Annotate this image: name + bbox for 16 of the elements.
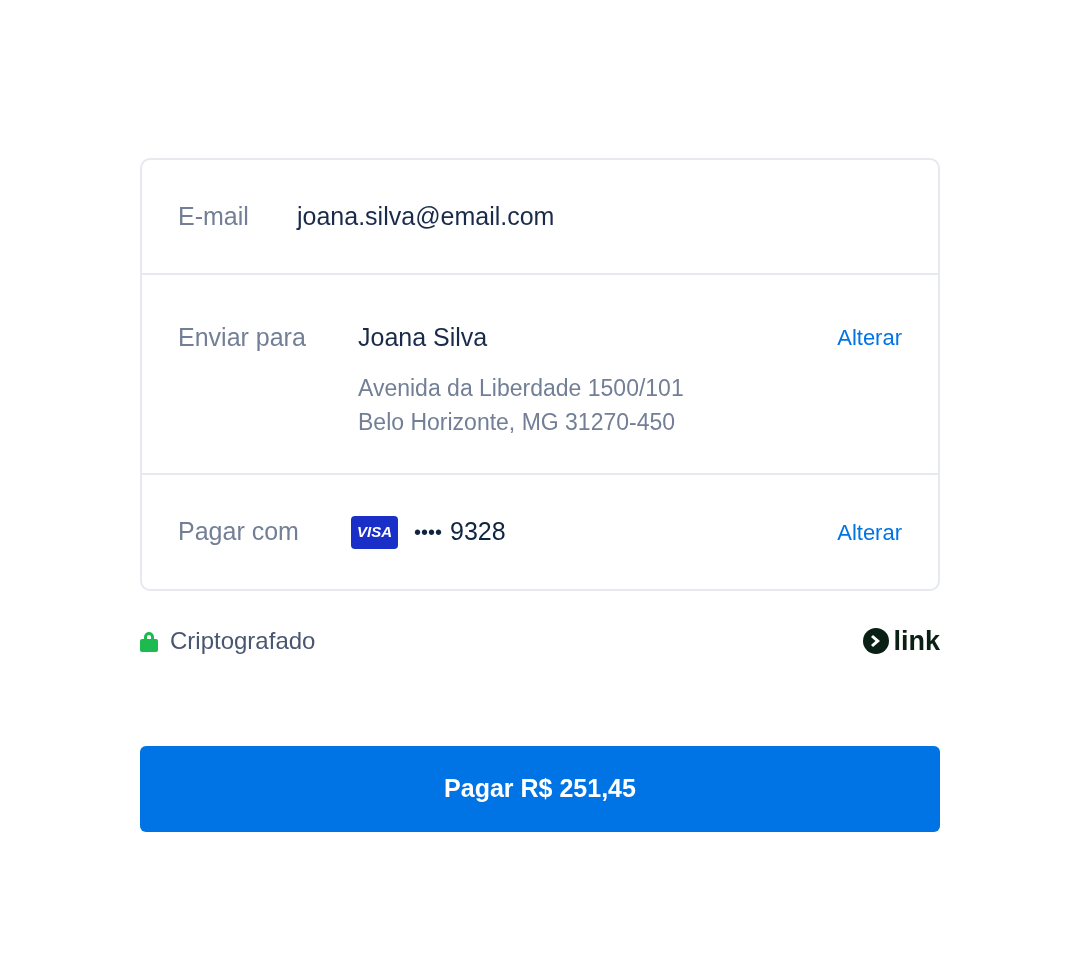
row-label: E-mail: [178, 200, 250, 232]
brand-wordmark: link: [893, 625, 940, 658]
card-brand-badge: VISA: [351, 515, 398, 549]
pay-button[interactable]: Pagar R$ 251,45: [140, 745, 940, 832]
card-last-digits: 9328: [450, 516, 507, 548]
card-mask: ••••: [414, 520, 442, 545]
lock-icon: [140, 630, 158, 653]
security-label: Criptografado: [170, 626, 316, 657]
change-link[interactable]: Alterar: [837, 321, 902, 354]
row-label: Pagar com: [178, 516, 300, 548]
change-link[interactable]: Alterar: [837, 515, 902, 549]
recipient-name: Joana Silva: [358, 322, 489, 353]
row-label: Enviar para: [178, 322, 307, 353]
shipping-address: Avenida da Liberdade 1500/101 Belo Horizonte, MG 31270-450: [358, 373, 685, 437]
email-value: joana.silva@email.com: [297, 200, 555, 232]
chevron-circle-icon: [863, 628, 890, 655]
